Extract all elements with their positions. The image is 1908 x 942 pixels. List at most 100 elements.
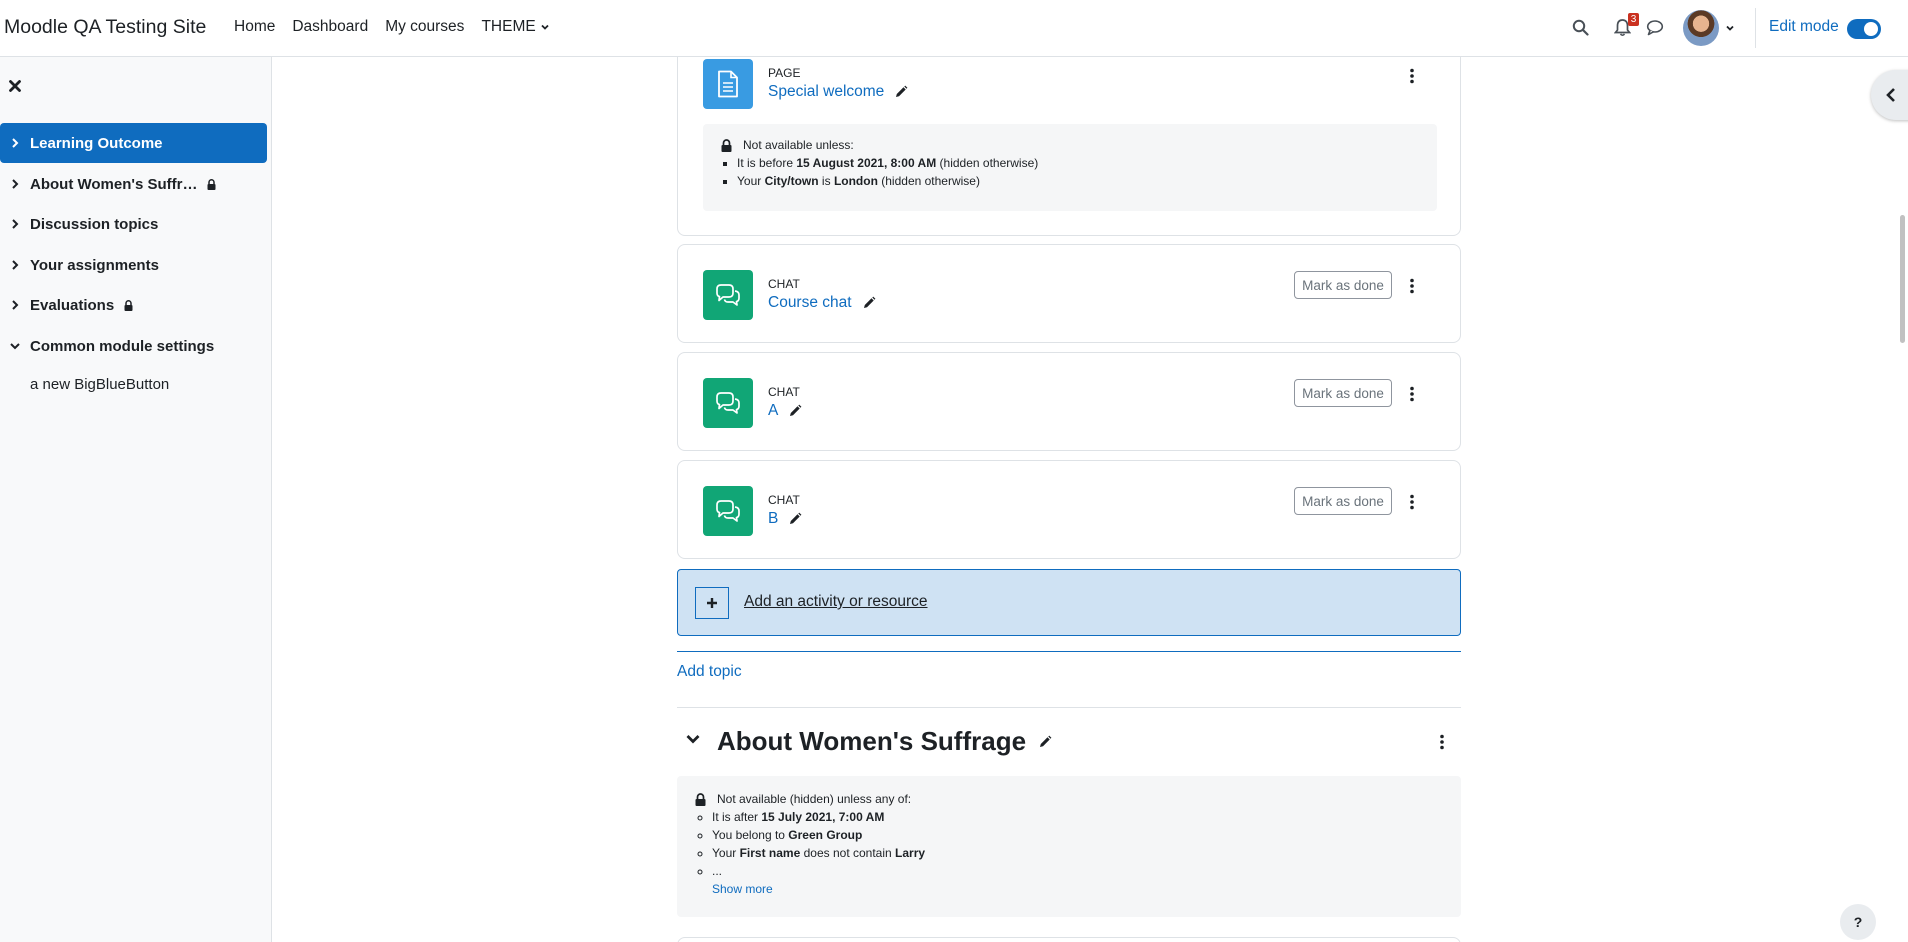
mark-as-done-button[interactable]: Mark as done xyxy=(1294,379,1392,407)
activity-card-chat: CHAT Course chat Mark as done xyxy=(677,244,1461,343)
course-index-label: Common module settings xyxy=(30,337,215,355)
kebab-icon[interactable] xyxy=(1402,490,1422,514)
close-icon[interactable] xyxy=(8,79,22,93)
chat-icon[interactable] xyxy=(703,270,753,320)
primary-navigation: Home Dashboard My courses THEME xyxy=(234,18,567,36)
search-icon[interactable] xyxy=(1572,19,1589,36)
restriction-condition: It is after 15 July 2021, 7:00 AM xyxy=(712,810,1461,825)
section-availability-restriction: Not available (hidden) unless any of: It… xyxy=(677,776,1461,917)
message-icon[interactable] xyxy=(1646,19,1664,36)
add-topic-link[interactable]: Add topic xyxy=(677,663,742,681)
section-divider xyxy=(677,707,1461,708)
course-index-item-learning-outcome[interactable]: Learning Outcome xyxy=(0,123,267,163)
restriction-condition: It is before 15 August 2021, 8:00 AM (hi… xyxy=(737,156,1437,171)
section-title-text: About Women's Suffrage xyxy=(717,726,1027,756)
nav-theme-menu[interactable]: THEME xyxy=(481,18,549,36)
course-index-item-discussion-topics[interactable]: Discussion topics xyxy=(0,204,267,244)
activity-name: A xyxy=(768,402,779,419)
activity-type-label: CHAT xyxy=(768,493,800,507)
edit-mode-label[interactable]: Edit mode xyxy=(1769,18,1839,36)
mark-as-done-button[interactable]: Mark as done xyxy=(1294,271,1392,299)
kebab-icon[interactable] xyxy=(1402,382,1422,406)
restriction-heading: Not available (hidden) unless any of: xyxy=(717,792,912,806)
restriction-condition: Your City/town is London (hidden otherwi… xyxy=(737,174,1437,189)
restriction-condition: Your First name does not contain Larry xyxy=(712,846,1461,861)
help-button[interactable]: ? xyxy=(1840,904,1876,940)
course-index-label: Evaluations xyxy=(30,296,115,314)
open-block-drawer-button[interactable] xyxy=(1871,70,1908,120)
course-index-item-your-assignments[interactable]: Your assignments xyxy=(0,245,267,285)
pencil-icon[interactable] xyxy=(862,296,876,310)
add-activity-label: Add an activity or resource xyxy=(744,593,928,610)
course-index-label: Your assignments xyxy=(30,256,159,274)
course-index-label: Discussion topics xyxy=(30,215,159,233)
activity-type-label: CHAT xyxy=(768,277,800,291)
course-index-item-about-womens-suffrage[interactable]: About Women's Suffr… xyxy=(0,164,267,204)
user-avatar[interactable] xyxy=(1683,10,1719,46)
course-index-item-common-module-settings[interactable]: Common module settings xyxy=(0,326,267,366)
activity-card-page: PAGE Special welcome Not available unles… xyxy=(677,40,1461,236)
chevron-right-icon[interactable] xyxy=(0,137,30,149)
nav-home[interactable]: Home xyxy=(234,18,275,36)
chevron-down-icon xyxy=(541,24,549,30)
kebab-icon[interactable] xyxy=(1432,730,1452,754)
nav-my-courses[interactable]: My courses xyxy=(385,18,464,36)
activity-link-special-welcome[interactable]: Special welcome xyxy=(768,83,908,101)
activity-link-chat-a[interactable]: A xyxy=(768,402,802,420)
page-icon[interactable] xyxy=(703,59,753,109)
chevron-left-icon xyxy=(1886,88,1895,102)
course-index-activity-bigbluebutton[interactable]: a new BigBlueButton xyxy=(30,376,169,393)
site-name[interactable]: Moodle QA Testing Site xyxy=(4,16,206,39)
availability-restriction: Not available unless: It is before 15 Au… xyxy=(703,124,1437,211)
restriction-condition: ... xyxy=(712,864,1461,879)
show-more-link[interactable]: Show more xyxy=(712,882,773,896)
pencil-icon[interactable] xyxy=(894,85,908,99)
chevron-right-icon[interactable] xyxy=(0,259,30,271)
course-index-item-evaluations[interactable]: Evaluations xyxy=(0,285,267,325)
activity-type-label: CHAT xyxy=(768,385,800,399)
lock-icon xyxy=(695,792,706,806)
pencil-icon[interactable] xyxy=(788,512,802,526)
chevron-down-icon[interactable] xyxy=(1725,23,1735,33)
plus-icon xyxy=(695,587,729,619)
activity-name: B xyxy=(768,510,779,527)
chevron-right-icon[interactable] xyxy=(0,178,30,190)
chevron-down-icon[interactable] xyxy=(685,732,701,749)
course-index-label: About Women's Suffr… xyxy=(30,175,198,193)
activity-card-chat: CHAT A Mark as done xyxy=(677,352,1461,451)
nav-dashboard[interactable]: Dashboard xyxy=(292,18,368,36)
lock-icon xyxy=(721,138,732,152)
chevron-right-icon[interactable] xyxy=(0,218,30,230)
chevron-right-icon[interactable] xyxy=(0,299,30,311)
lock-icon xyxy=(124,299,133,311)
pencil-icon[interactable] xyxy=(788,404,802,418)
chat-icon[interactable] xyxy=(703,486,753,536)
activity-name: Course chat xyxy=(768,294,852,311)
scrollbar-thumb[interactable] xyxy=(1900,215,1905,343)
section-title: About Women's Suffrage xyxy=(717,726,1052,757)
activity-type-label: PAGE xyxy=(768,66,801,80)
kebab-icon[interactable] xyxy=(1402,274,1422,298)
navbar-divider xyxy=(1755,8,1756,48)
course-index-drawer: Learning Outcome About Women's Suffr… Di… xyxy=(0,57,272,942)
pencil-icon[interactable] xyxy=(1038,735,1052,749)
chat-icon[interactable] xyxy=(703,378,753,428)
notification-count-badge: 3 xyxy=(1628,13,1639,26)
add-activity-button[interactable]: Add an activity or resource xyxy=(677,569,1461,636)
kebab-icon[interactable] xyxy=(1402,64,1422,88)
activity-link-chat-b[interactable]: B xyxy=(768,510,802,528)
restriction-condition: You belong to Green Group xyxy=(712,828,1461,843)
course-index-label: Learning Outcome xyxy=(30,134,163,152)
activity-name: Special welcome xyxy=(768,83,885,100)
top-navbar: Moodle QA Testing Site Home Dashboard My… xyxy=(0,0,1908,57)
add-section-divider xyxy=(677,651,1461,652)
activity-link-course-chat[interactable]: Course chat xyxy=(768,294,876,312)
edit-mode-toggle[interactable] xyxy=(1847,19,1881,39)
next-card-edge xyxy=(677,937,1461,942)
chevron-down-icon[interactable] xyxy=(0,341,30,351)
lock-icon xyxy=(207,178,216,190)
activity-card-chat: CHAT B Mark as done xyxy=(677,460,1461,559)
nav-theme-label: THEME xyxy=(481,18,536,35)
mark-as-done-button[interactable]: Mark as done xyxy=(1294,487,1392,515)
restriction-heading: Not available unless: xyxy=(743,138,854,152)
